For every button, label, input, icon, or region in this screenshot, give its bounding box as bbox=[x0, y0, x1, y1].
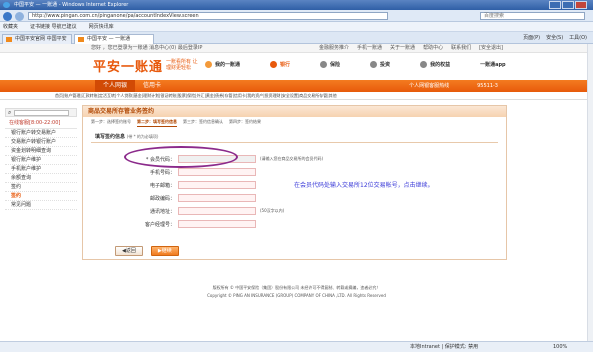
sidebar-item[interactable]: 余额查询 bbox=[5, 174, 77, 183]
hotline: 个人网银客服热线 95511-3 bbox=[409, 83, 498, 89]
umbrella-icon bbox=[320, 61, 328, 68]
ie-icon bbox=[3, 2, 10, 8]
welcome-text: 您好 ，您已登录为一账通 消息中心(0) 最后登录IP bbox=[91, 45, 203, 51]
top-link[interactable]: 手机一账通 bbox=[357, 44, 382, 53]
email-row: 电子邮箱： bbox=[103, 180, 256, 190]
logout-link[interactable]: [安全退出] bbox=[479, 44, 503, 53]
tab-2[interactable]: 中国平安 — 一账通 bbox=[74, 34, 154, 44]
credit-card-tab[interactable]: 信用卡 bbox=[135, 80, 169, 92]
top-link[interactable]: 金融服务推介 bbox=[319, 44, 349, 53]
window-title: 中国平安 — 一账通 - Windows Internet Explorer bbox=[14, 2, 129, 8]
chart-icon bbox=[370, 61, 378, 68]
slogan: 一账看所有 让理财更轻松 bbox=[166, 59, 198, 71]
bank-icon bbox=[270, 61, 278, 68]
sidebar-search-input[interactable] bbox=[14, 109, 70, 116]
security-zone: 本地Intranet | 保护模式: 禁用 bbox=[410, 344, 479, 350]
main-menu[interactable]: 首页|账户管理|汇款转账|定活互转|个人贷款|基金|理财计划|银证转账|股票|保… bbox=[0, 92, 593, 100]
annotation-text: 在会员代码处输入交易所12位交易帐号，点击继续。 bbox=[294, 182, 434, 189]
maximize-button[interactable] bbox=[562, 1, 574, 9]
top-strip: 您好 ，您已登录为一账通 消息中心(0) 最后登录IP 金融服务推介 手机一账通… bbox=[0, 44, 593, 53]
minimize-button[interactable] bbox=[549, 1, 561, 9]
sidebar-item[interactable]: 交易账户转银行账户 bbox=[5, 138, 77, 147]
tab-label: 中国平安 — 一账通 bbox=[87, 36, 131, 42]
orange-nav: 个人网银 信用卡 个人网银客服热线 95511-3 bbox=[0, 80, 593, 92]
highlight-oval bbox=[124, 146, 238, 168]
zip-row: 邮政编码： bbox=[103, 193, 256, 203]
pingan-favicon-icon bbox=[6, 37, 12, 42]
panel-title: 商品交易所存管业务签约 bbox=[83, 106, 506, 117]
search-icon[interactable]: ⌕ bbox=[8, 109, 11, 117]
my-account-link[interactable]: 我的一账通 bbox=[205, 61, 240, 68]
favorite-link[interactable]: 网页快讯库 bbox=[89, 22, 114, 31]
favorites-button[interactable]: 收藏夹 bbox=[3, 22, 18, 31]
personal-banking-tab[interactable]: 个人网银 bbox=[95, 80, 136, 92]
top-link[interactable]: 帮助中心 bbox=[423, 44, 443, 53]
page-menu[interactable]: 页面(P) bbox=[523, 33, 540, 43]
gift-icon bbox=[420, 61, 428, 68]
safety-menu[interactable]: 安全(S) bbox=[546, 33, 563, 43]
step-2-current: 第二步：填写签约信息 bbox=[137, 117, 177, 127]
sidebar: ⌕ 在线客服[8:00-22:00] 银行账户转交易账户 交易账户转银行账户 资… bbox=[5, 108, 77, 268]
sidebar-item[interactable]: 签约 bbox=[5, 183, 77, 192]
address-row: 通讯地址： (50汉字以内) bbox=[149, 207, 285, 215]
search-input[interactable]: 百度搜索 bbox=[480, 12, 585, 20]
tab-bar: 中国平安官网 中国平安证... 中国平安 — 一账通 页面(P) 安全(S) 工… bbox=[0, 32, 593, 51]
continue-button[interactable]: ▶继续 bbox=[150, 246, 179, 256]
bank-link[interactable]: 银行 bbox=[270, 61, 290, 68]
browser-window: 中国平安 — 一账通 - Windows Internet Explorer h… bbox=[0, 0, 593, 352]
sidebar-search: ⌕ bbox=[5, 108, 77, 117]
zip-input[interactable] bbox=[178, 194, 256, 202]
top-link[interactable]: 关于一账通 bbox=[390, 44, 415, 53]
logo[interactable]: 平安一账通 bbox=[93, 56, 163, 75]
phone-row: 手机号码： bbox=[103, 167, 256, 177]
sidebar-item[interactable]: 常见问题 bbox=[5, 201, 77, 210]
close-button[interactable] bbox=[575, 1, 587, 9]
benefits-link[interactable]: 我的权益 bbox=[420, 61, 450, 68]
back-button[interactable]: ◀返回 bbox=[115, 246, 143, 256]
title-bar: 中国平安 — 一账通 - Windows Internet Explorer bbox=[0, 0, 593, 10]
favorites-bar: 收藏夹 证书链接 导航已建议 网页快讯库 bbox=[0, 22, 593, 32]
pingan-favicon-icon bbox=[78, 37, 84, 42]
step-3: 第三步：签约信息确认 bbox=[183, 119, 223, 124]
url-input[interactable]: http://www.pingan.com.cn/pinganone/pa/ac… bbox=[28, 12, 388, 20]
forward-arrow-icon[interactable] bbox=[15, 12, 24, 21]
top-links: 金融服务推介 手机一账通 关于一账通 帮助中心 联系我们 [安全退出] bbox=[319, 44, 503, 53]
manager-input[interactable] bbox=[178, 220, 256, 228]
phone-input[interactable] bbox=[178, 168, 256, 176]
section-header: 填写签约信息 (带 * 的为必填项) bbox=[91, 131, 498, 143]
command-bar: 页面(P) 安全(S) 工具(O) bbox=[523, 33, 587, 43]
vertical-scrollbar[interactable] bbox=[587, 44, 593, 341]
footer-line-2: Copyright © PING AN INSURANCE (GROUP) CO… bbox=[207, 293, 386, 298]
form-buttons: ◀返回 ▶继续 bbox=[115, 246, 179, 256]
sidebar-item[interactable]: 手机账户维护 bbox=[5, 165, 77, 174]
top-link[interactable]: 联系我们 bbox=[451, 44, 471, 53]
user-icon bbox=[205, 61, 212, 68]
brand-header: 平安一账通 一账看所有 让理财更轻松 我的一账通 银行 保险 投资 我的权益 一… bbox=[0, 53, 593, 80]
zoom-level[interactable]: 100% bbox=[553, 342, 567, 352]
tab-1[interactable]: 中国平安官网 中国平安证... bbox=[2, 34, 72, 51]
manager-row: 客户经理号： bbox=[103, 219, 256, 229]
status-bar: 本地Intranet | 保护模式: 禁用 100% bbox=[0, 341, 593, 352]
online-service[interactable]: 在线客服[8:00-22:00] bbox=[5, 117, 77, 129]
tools-menu[interactable]: 工具(O) bbox=[569, 33, 587, 43]
address-input[interactable] bbox=[178, 207, 256, 215]
step-1: 第一步：选择签约账号 bbox=[91, 119, 131, 124]
step-indicator: 第一步：选择签约账号 第二步：填写签约信息 第三步：签约信息确认 第四步：签约结… bbox=[83, 117, 506, 127]
address-bar: http://www.pingan.com.cn/pinganone/pa/ac… bbox=[0, 10, 593, 22]
sidebar-item[interactable]: 银行账户转交易账户 bbox=[5, 129, 77, 138]
app-link[interactable]: 一账通app bbox=[480, 61, 506, 68]
back-arrow-icon[interactable] bbox=[3, 12, 12, 21]
step-4: 第四步：签约结果 bbox=[229, 119, 261, 124]
investment-link[interactable]: 投资 bbox=[370, 61, 390, 68]
sidebar-item-selected[interactable]: 签约 bbox=[5, 192, 77, 201]
footer: 版权所有 © 中国平安保险（集团）股份有限公司 未经许可不得复制、转载或摘编，违… bbox=[0, 283, 593, 299]
sidebar-item[interactable]: 银行账户维护 bbox=[5, 156, 77, 165]
email-input[interactable] bbox=[178, 181, 256, 189]
brand-links: 我的一账通 银行 保险 投资 我的权益 一账通app bbox=[205, 61, 506, 68]
sidebar-item[interactable]: 资金划转明细查询 bbox=[5, 147, 77, 156]
insurance-link[interactable]: 保险 bbox=[320, 61, 340, 68]
favorite-link[interactable]: 证书链接 导航已建议 bbox=[30, 22, 77, 31]
footer-line-1: 版权所有 © 中国平安保险（集团）股份有限公司 未经许可不得复制、转载或摘编，违… bbox=[212, 285, 381, 290]
